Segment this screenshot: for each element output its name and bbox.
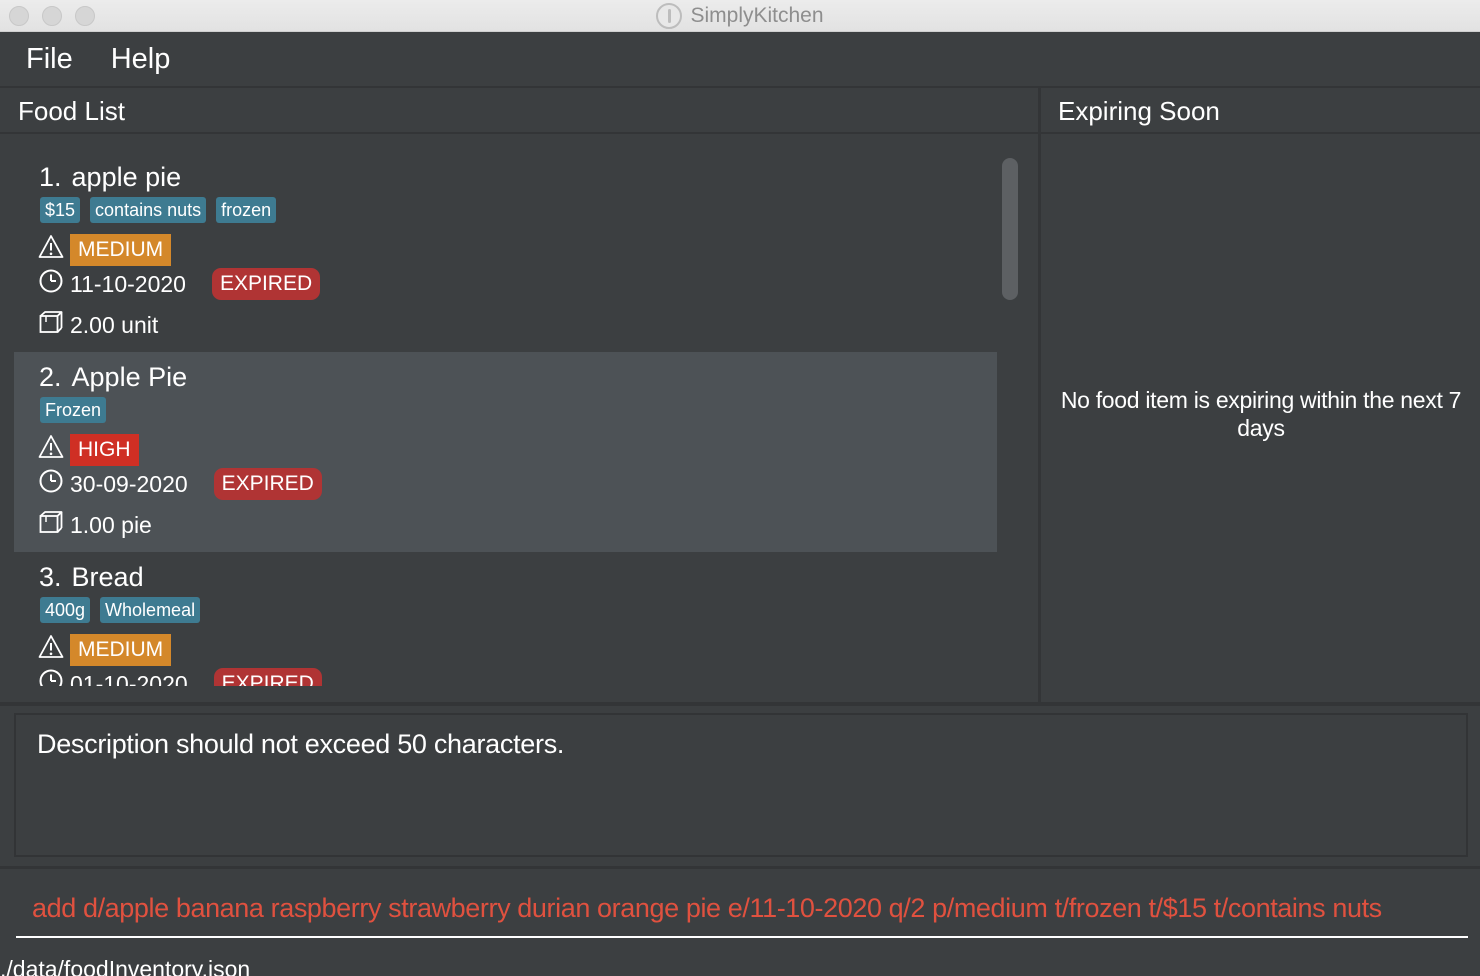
food-title: 1. apple pie [39,162,181,193]
warning-icon [38,434,64,466]
result-message: Description should not exceed 50 charact… [37,729,565,759]
food-tag: Wholemeal [100,597,201,623]
result-display: Description should not exceed 50 charact… [14,713,1468,857]
priority-badge: HIGH [70,434,139,466]
food-tags: 400g Wholemeal [40,597,201,623]
window-title: SimplyKitchen [690,4,824,27]
command-input[interactable] [32,892,1468,924]
expiry-row: 01-10-2020 EXPIRED [38,668,322,686]
expired-badge: EXPIRED [211,268,321,300]
expiry-date: 11-10-2020 [70,270,186,297]
expiring-soon-panel: No food item is expiring within the next… [1042,136,1480,702]
menu-help[interactable]: Help [111,43,171,76]
food-card[interactable]: 2. Apple Pie Frozen HIGH 30-09-2020 EXPIRED 1.… [14,352,997,552]
food-tags: Frozen [40,397,107,423]
food-list-title: Food List [18,95,125,126]
food-name: apple pie [71,162,182,192]
food-name: Bread [71,562,144,592]
menu-file[interactable]: File [26,43,73,76]
app-icon [656,3,683,29]
food-list-header: Food List [0,90,1038,134]
quantity-value: 1.00 pie [70,511,152,538]
food-tag: contains nuts [90,197,207,223]
food-list-scrollbar[interactable] [1000,158,1018,686]
food-card[interactable]: 1. apple pie $15 contains nuts frozen MEDIUM 1… [14,152,997,352]
quantity-row: 1.00 pie [38,509,152,541]
food-index: 1. [39,162,62,192]
menu-bar: File Help [0,32,1480,88]
status-bar: ./data/foodInventory.json [0,948,1480,976]
divider [0,866,1480,869]
food-tags: $15 contains nuts frozen [40,197,277,223]
expiring-soon-header: Expiring Soon [1040,90,1480,134]
split-pane-divider[interactable] [1038,88,1041,702]
save-location-path: ./data/foodInventory.json [0,956,251,976]
expiry-date: 01-10-2020 [70,670,188,687]
food-index: 2. [39,362,62,392]
expiry-row: 11-10-2020 EXPIRED [38,268,321,300]
food-list[interactable]: 1. apple pie $15 contains nuts frozen MEDIUM 1… [14,152,997,686]
divider [0,702,1480,706]
priority-row: MEDIUM [38,634,172,666]
scrollbar-thumb[interactable] [1002,158,1018,300]
priority-badge: MEDIUM [70,234,172,266]
expiring-soon-title: Expiring Soon [1058,95,1220,126]
food-title: 3. Bread [39,562,144,593]
title-bar: SimplyKitchen [0,0,1480,32]
expiry-date: 30-09-2020 [70,470,188,497]
food-tag: $15 [40,197,81,223]
food-index: 3. [39,562,62,592]
food-name: Apple Pie [71,362,188,392]
food-tag: 400g [40,597,91,623]
expiry-row: 30-09-2020 EXPIRED [38,468,322,500]
priority-row: HIGH [38,434,139,466]
warning-icon [38,634,64,666]
food-tag: frozen [216,197,277,223]
priority-row: MEDIUM [38,234,172,266]
box-icon [38,509,64,541]
window-title-group: SimplyKitchen [0,0,1480,32]
expired-badge: EXPIRED [213,668,322,686]
food-tag: Frozen [40,397,107,423]
expired-badge: EXPIRED [213,468,322,500]
priority-badge: MEDIUM [70,634,172,666]
quantity-row: 2.00 unit [38,309,158,341]
command-box [16,880,1468,938]
food-title: 2. Apple Pie [39,362,187,393]
clock-icon [38,268,64,300]
clock-icon [38,668,64,686]
warning-icon [38,234,64,266]
box-icon [38,309,64,341]
clock-icon [38,468,64,500]
quantity-value: 2.00 unit [70,311,159,338]
expiring-empty-message: No food item is expiring within the next… [1060,387,1462,441]
food-card[interactable]: 3. Bread 400g Wholemeal MEDIUM 01-10-2020 EXPI… [14,552,997,686]
